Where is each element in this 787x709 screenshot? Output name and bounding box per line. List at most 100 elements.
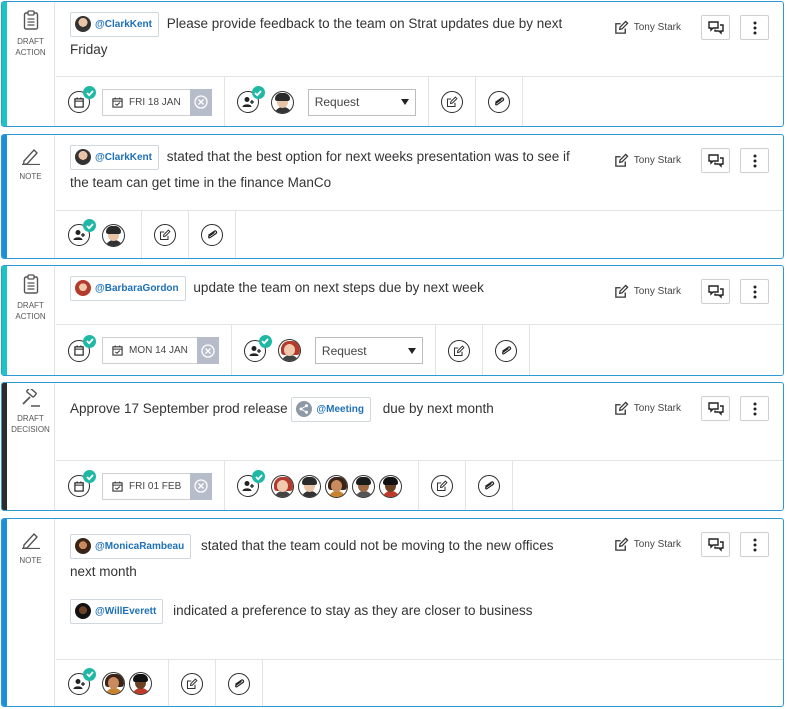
attach-section (466, 461, 514, 510)
edit-icon[interactable] (447, 339, 470, 362)
owner[interactable]: Tony Stark (614, 537, 681, 552)
owner[interactable]: Tony Stark (614, 153, 681, 168)
item-text-body: next month (70, 563, 137, 579)
avatar[interactable] (270, 90, 294, 114)
item-card: NOTE @MonicaRambeau stated that the team… (1, 518, 784, 707)
attach-section (189, 211, 236, 258)
more-vertical-icon (753, 154, 757, 168)
avatar[interactable] (379, 474, 403, 498)
item-toolbar: FRI 01 FEB (56, 460, 783, 510)
item-card: NOTE @ClarkKent stated that the best opt… (1, 134, 784, 259)
item-toolbar (56, 210, 783, 258)
mention-chip[interactable]: @Meeting (291, 396, 371, 422)
mention-chip[interactable]: @WillEverett (70, 598, 164, 624)
item-text-body: due by next month (382, 401, 494, 416)
assign-user-icon[interactable] (237, 470, 266, 497)
paperclip-icon[interactable] (228, 672, 250, 695)
avatar[interactable] (277, 339, 301, 362)
owner-name: Tony Stark (633, 155, 681, 166)
more-vertical-icon (753, 285, 757, 299)
comment-icon (708, 154, 724, 168)
item-type: NOTE (7, 519, 55, 706)
mention-chip[interactable]: @MonicaRambeau (70, 533, 192, 559)
edit-icon[interactable] (431, 475, 454, 497)
assign-user-icon[interactable] (243, 334, 272, 362)
edit-section (419, 461, 467, 510)
item-text-body: stated that the best option for next wee… (166, 149, 570, 164)
item-type: DRAFT ACTION (7, 2, 55, 126)
owner[interactable]: Tony Stark (614, 401, 681, 416)
calendar-icon (112, 481, 123, 492)
comment-button[interactable] (701, 15, 730, 40)
item-card: DRAFT ACTION @ClarkKent Please provide fe… (1, 1, 784, 127)
due-date[interactable]: FRI 01 FEB (102, 472, 213, 500)
comment-icon (708, 538, 724, 552)
calendar-check-icon[interactable] (68, 86, 96, 113)
avatar[interactable] (298, 474, 322, 498)
request-select[interactable]: Request (307, 88, 416, 116)
avatar[interactable] (325, 474, 349, 498)
item-toolbar: FRI 18 JAN Request (56, 76, 783, 126)
comment-button[interactable] (701, 396, 730, 421)
edit-icon[interactable] (181, 672, 203, 695)
avatar[interactable] (352, 474, 376, 498)
comment-icon (708, 285, 724, 299)
paperclip-icon[interactable] (201, 224, 223, 246)
avatar (75, 603, 91, 620)
item-text-body: update the team on next steps due by nex… (193, 280, 484, 295)
calendar-check-icon[interactable] (68, 334, 96, 362)
more-button[interactable] (740, 15, 769, 40)
item-text-body: the team can get time in the finance Man… (70, 174, 332, 190)
avatar (75, 149, 91, 166)
more-vertical-icon (753, 402, 757, 416)
comment-button[interactable] (701, 279, 730, 304)
more-button[interactable] (740, 279, 769, 304)
assign-user-icon[interactable] (236, 86, 265, 113)
calendar-check-icon[interactable] (68, 470, 96, 497)
avatar[interactable] (271, 474, 295, 498)
edit-icon (614, 153, 629, 168)
avatar[interactable] (102, 672, 125, 695)
assign-user-icon[interactable] (68, 667, 96, 695)
clear-date-button[interactable] (196, 337, 219, 364)
clear-date-button[interactable] (189, 88, 212, 116)
comment-button[interactable] (701, 148, 730, 173)
due-date-section: MON 14 JAN (56, 325, 232, 375)
item-toolbar (56, 659, 783, 706)
more-button[interactable] (740, 148, 769, 173)
edit-section (436, 325, 483, 375)
type-label: NOTE (19, 172, 42, 181)
comment-button[interactable] (701, 532, 730, 557)
more-button[interactable] (740, 396, 769, 421)
paperclip-icon[interactable] (494, 339, 517, 362)
chevron-down-icon (400, 99, 409, 105)
item-text-body: indicated a preference to stay as they a… (173, 602, 533, 618)
item-type: DRAFT ACTION (7, 266, 55, 375)
assignee-section (56, 211, 142, 258)
edit-icon[interactable] (440, 91, 463, 113)
owner[interactable]: Tony Stark (614, 20, 681, 35)
clear-date-button[interactable] (190, 472, 213, 500)
paperclip-icon[interactable] (478, 475, 501, 497)
avatar[interactable] (102, 223, 125, 247)
owner-name: Tony Stark (633, 286, 681, 297)
edit-section (429, 77, 476, 126)
owner[interactable]: Tony Stark (614, 284, 681, 299)
avatar[interactable] (129, 672, 152, 695)
mention-chip[interactable]: @ClarkKent (70, 11, 159, 37)
more-button[interactable] (740, 532, 769, 557)
paperclip-icon[interactable] (487, 91, 510, 113)
assign-user-icon[interactable] (68, 219, 96, 246)
due-date[interactable]: FRI 18 JAN (102, 88, 212, 116)
owner-name: Tony Stark (633, 539, 681, 550)
request-select[interactable]: Request (314, 337, 423, 364)
mention-chip[interactable]: @BarbaraGordon (70, 275, 186, 301)
mention-chip[interactable]: @ClarkKent (70, 144, 159, 170)
attach-section (216, 660, 263, 706)
due-date[interactable]: MON 14 JAN (102, 337, 219, 364)
avatar (75, 538, 91, 555)
edit-icon[interactable] (154, 224, 176, 246)
item-card: DRAFT ACTION @BarbaraGordon update the te… (1, 265, 784, 376)
type-label: DRAFT ACTION (15, 37, 46, 57)
item-type: NOTE (7, 135, 55, 258)
